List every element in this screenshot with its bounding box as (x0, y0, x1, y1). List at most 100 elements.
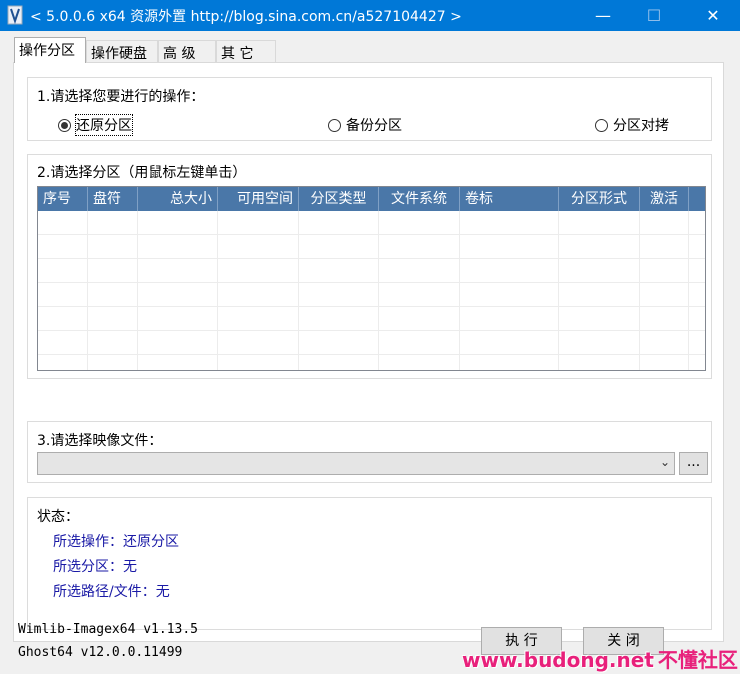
table-cell (138, 307, 218, 331)
table-cell (218, 283, 299, 307)
table-cell (689, 235, 705, 259)
maximize-button[interactable]: ☐ (631, 0, 677, 31)
table-cell (138, 331, 218, 355)
radio-backup[interactable]: 备份分区 (328, 115, 402, 135)
table-cell (460, 235, 559, 259)
tab-advanced[interactable]: 高 级 (158, 40, 216, 62)
tab-disk-ops[interactable]: 操作硬盘 (86, 40, 158, 62)
table-cell (460, 307, 559, 331)
tab-partition-ops[interactable]: 操作分区 (14, 37, 86, 63)
table-cell (88, 331, 138, 355)
status-title: 状态： (37, 509, 79, 525)
column-header[interactable]: 激活 (640, 187, 689, 211)
column-header[interactable]: 卷标 (460, 187, 559, 211)
table-cell (88, 235, 138, 259)
table-cell (460, 283, 559, 307)
radio-button (595, 118, 608, 132)
table-cell (689, 307, 705, 331)
close-window-button[interactable]: ✕ (690, 0, 736, 31)
table-cell (640, 307, 689, 331)
column-header[interactable]: 分区形式 (559, 187, 640, 211)
tab-label: 其 它 (221, 46, 254, 62)
radio-restore[interactable]: 还原分区 (58, 114, 133, 136)
watermark: www.budong.net 不懂社区 (462, 644, 738, 673)
table-cell (379, 355, 460, 370)
table-cell (640, 355, 689, 370)
table-cell (559, 235, 640, 259)
table-cell (689, 355, 705, 370)
tab-other[interactable]: 其 它 (216, 40, 276, 62)
table-empty-row (38, 283, 705, 307)
table-cell (88, 283, 138, 307)
status-path: 所选路径/文件：无 (53, 584, 170, 600)
table-empty-row (38, 259, 705, 283)
table-cell (88, 259, 138, 283)
wimlib-version: Wimlib-Imagex64 v1.13.5 (18, 622, 199, 637)
radio-copy[interactable]: 分区对拷 (595, 115, 669, 135)
table-cell (218, 307, 299, 331)
minimize-button[interactable]: — (580, 0, 626, 31)
table-cell (689, 331, 705, 355)
close-icon: ✕ (706, 6, 720, 25)
radio-button (328, 118, 341, 132)
table-cell (38, 355, 88, 370)
table-cell (38, 283, 88, 307)
column-header[interactable]: 序号 (38, 187, 88, 211)
table-empty-row (38, 211, 705, 235)
table-cell (559, 331, 640, 355)
table-cell (218, 259, 299, 283)
partition-table[interactable]: 序号 盘符 总大小 可用空间 分区类型 文件系统 卷标 分区形式 激活 (37, 186, 706, 371)
status-operation: 所选操作：还原分区 (53, 534, 179, 550)
watermark-url: www.budong.net (462, 648, 654, 672)
table-cell (88, 307, 138, 331)
table-cell (299, 355, 379, 370)
table-cell (379, 307, 460, 331)
maximize-icon: ☐ (646, 6, 662, 25)
column-header[interactable]: 文件系统 (379, 187, 460, 211)
column-header[interactable]: 分区类型 (299, 187, 379, 211)
table-cell (38, 307, 88, 331)
radio-label: 备份分区 (346, 118, 402, 134)
radio-label: 分区对拷 (613, 118, 669, 134)
tab-label: 高 级 (163, 46, 196, 62)
radio-selected-dot (61, 121, 68, 129)
table-cell (218, 211, 299, 235)
table-cell (138, 235, 218, 259)
table-cell (559, 355, 640, 370)
table-cell (38, 331, 88, 355)
table-header: 序号 盘符 总大小 可用空间 分区类型 文件系统 卷标 分区形式 激活 (38, 187, 705, 211)
column-header[interactable]: 盘符 (88, 187, 138, 211)
table-cell (379, 283, 460, 307)
table-cell (689, 211, 705, 235)
column-header[interactable]: 总大小 (138, 187, 218, 211)
ghost-version: Ghost64 v12.0.0.11499 (18, 645, 183, 660)
chevron-down-icon: ⌄ (659, 455, 670, 469)
table-cell (689, 283, 705, 307)
minimize-icon: — (595, 6, 611, 25)
tab-label: 操作分区 (19, 43, 75, 59)
table-cell (88, 211, 138, 235)
table-cell (460, 355, 559, 370)
table-empty-row (38, 307, 705, 331)
image-file-group-title: 3.请选择映像文件： (37, 433, 163, 449)
image-file-select[interactable]: ⌄ (37, 452, 675, 475)
radio-label: 还原分区 (75, 114, 133, 136)
table-cell (299, 235, 379, 259)
status-partition: 所选分区：无 (53, 559, 137, 575)
table-cell (88, 355, 138, 370)
table-cell (299, 331, 379, 355)
title-bar: < 5.0.0.6 x64 资源外置 http://blog.sina.com.… (0, 0, 740, 31)
table-cell (299, 307, 379, 331)
table-cell (640, 283, 689, 307)
table-cell (379, 259, 460, 283)
table-cell (38, 259, 88, 283)
status-group: 状态： 所选操作：还原分区 所选分区：无 所选路径/文件：无 (27, 497, 712, 630)
table-cell (299, 259, 379, 283)
table-cell (138, 355, 218, 370)
table-empty-row (38, 235, 705, 259)
table-cell (640, 331, 689, 355)
browse-button[interactable]: ... (679, 452, 708, 475)
column-header[interactable]: 可用空间 (218, 187, 299, 211)
table-cell (138, 259, 218, 283)
table-cell (640, 259, 689, 283)
